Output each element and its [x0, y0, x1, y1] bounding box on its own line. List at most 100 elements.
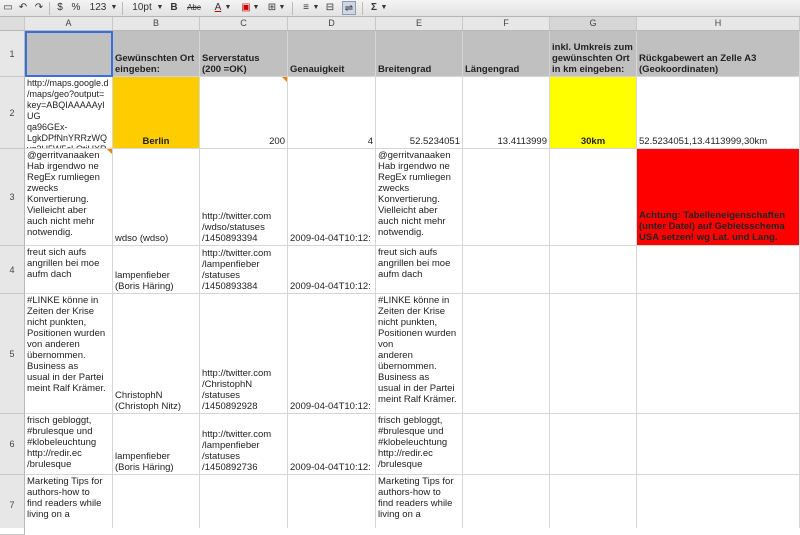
row-header-1[interactable]: 1: [0, 31, 25, 77]
cell-h2[interactable]: 52.5234051,13.4113999,30km: [637, 77, 800, 149]
redo-icon[interactable]: ↷: [33, 1, 45, 15]
cell-g1[interactable]: inkl. Umkreis zum gewünschten Ort in km …: [550, 31, 637, 77]
column-header-h[interactable]: H: [637, 17, 800, 30]
fill-color-icon[interactable]: ▣: [240, 1, 252, 15]
row-header-2[interactable]: 2: [0, 77, 25, 149]
cell-f2[interactable]: 13.4113999: [463, 77, 550, 149]
cell-b5[interactable]: ChristophN (Christoph Nitz): [113, 294, 200, 414]
sum-function-button[interactable]: Σ: [368, 1, 380, 15]
cell-c2[interactable]: 200: [200, 77, 288, 149]
row-header-3[interactable]: 3: [0, 149, 25, 246]
chevron-down-icon[interactable]: ▼: [224, 1, 232, 15]
cell-e3[interactable]: @gerritvanaaken Hab irgendwo ne RegEx ru…: [376, 149, 463, 246]
select-all-corner[interactable]: [0, 17, 25, 30]
column-header-b[interactable]: B: [113, 17, 200, 30]
cell-d1[interactable]: Genauigkeit: [288, 31, 376, 77]
cell-a6[interactable]: frisch gebloggt, #brulesque und #klobele…: [25, 414, 113, 475]
currency-format-button[interactable]: $: [55, 1, 65, 15]
cell-f5[interactable]: [463, 294, 550, 414]
cell-a2[interactable]: http://maps.google.d /maps/geo?output= k…: [25, 77, 113, 149]
column-header-a[interactable]: A: [25, 17, 113, 30]
cell-g4[interactable]: [550, 246, 637, 294]
cell-f3[interactable]: [463, 149, 550, 246]
cell-e5[interactable]: #LINKE könne in Zeiten der Krise nicht p…: [376, 294, 463, 414]
column-header-c[interactable]: C: [200, 17, 288, 30]
cell-h1[interactable]: Rückgabewert an Zelle A3 (Geokoordinaten…: [637, 31, 800, 77]
row-header-5[interactable]: 5: [0, 294, 25, 414]
chevron-down-icon[interactable]: ▼: [312, 1, 320, 15]
cell-a5[interactable]: #LINKE könne in Zeiten der Krise nicht p…: [25, 294, 113, 414]
cell-h6[interactable]: [637, 414, 800, 475]
chevron-down-icon[interactable]: ▼: [110, 1, 118, 15]
cell-b2-value: Berlin: [142, 136, 170, 147]
cell-g3[interactable]: [550, 149, 637, 246]
row-header-7[interactable]: 7: [0, 475, 25, 535]
cell-f1[interactable]: Längengrad: [463, 31, 550, 77]
cell-b7[interactable]: [113, 475, 200, 528]
cell-e1[interactable]: Breitengrad: [376, 31, 463, 77]
chevron-down-icon[interactable]: ▼: [156, 1, 164, 15]
row-header-6[interactable]: 6: [0, 414, 25, 475]
wrap-text-icon[interactable]: ⇌: [342, 1, 356, 15]
cell-b3[interactable]: wdso (wdso): [113, 149, 200, 246]
cell-g7[interactable]: [550, 475, 637, 528]
cell-c6[interactable]: http://twitter.com /lampenfieber /status…: [200, 414, 288, 475]
cell-b4[interactable]: lampenfieber (Boris Häring): [113, 246, 200, 294]
cell-h7[interactable]: [637, 475, 800, 528]
cell-f4[interactable]: [463, 246, 550, 294]
chevron-down-icon[interactable]: ▼: [252, 1, 260, 15]
cell-e2[interactable]: 52.5234051: [376, 77, 463, 149]
cell-a1[interactable]: [25, 31, 113, 77]
cell-d7[interactable]: [288, 475, 376, 528]
font-size-dropdown[interactable]: 10pt: [128, 1, 156, 15]
undo-icon[interactable]: ↶: [17, 1, 29, 15]
cell-b6[interactable]: lampenfieber (Boris Häring): [113, 414, 200, 475]
cell-d2[interactable]: 4: [288, 77, 376, 149]
column-header-f[interactable]: F: [463, 17, 550, 30]
cell-c5[interactable]: http://twitter.com /ChristophN /statuses…: [200, 294, 288, 414]
align-icon[interactable]: ≡: [300, 1, 312, 15]
cell-h4[interactable]: [637, 246, 800, 294]
cell-d5[interactable]: 2009-04-04T10:12:: [288, 294, 376, 414]
cell-d6[interactable]: 2009-04-04T10:12:: [288, 414, 376, 475]
cell-b2[interactable]: Berlin: [113, 77, 200, 149]
chevron-down-icon[interactable]: ▼: [278, 1, 286, 15]
borders-icon[interactable]: ⊞: [266, 1, 278, 15]
column-header-g[interactable]: G: [550, 17, 637, 30]
cell-g6[interactable]: [550, 414, 637, 475]
cell-g2[interactable]: 30km: [550, 77, 637, 149]
percent-format-button[interactable]: %: [70, 1, 82, 15]
row-header-4[interactable]: 4: [0, 246, 25, 294]
cell-c2-value: 200: [269, 136, 285, 147]
text-color-button[interactable]: A: [212, 1, 224, 15]
cell-d4[interactable]: 2009-04-04T10:12:: [288, 246, 376, 294]
cell-e4[interactable]: freut sich aufs angrillen bei moe aufm d…: [376, 246, 463, 294]
cell-a3[interactable]: @gerritvanaaken Hab irgendwo ne RegEx ru…: [25, 149, 113, 246]
print-icon[interactable]: ▭: [2, 1, 14, 15]
cell-e7[interactable]: Marketing Tips for authors-how to find r…: [376, 475, 463, 528]
column-header-d[interactable]: D: [288, 17, 376, 30]
cell-c3[interactable]: http://twitter.com /wdso/statuses /14508…: [200, 149, 288, 246]
toolbar-separator: [292, 2, 293, 15]
bold-button[interactable]: B: [168, 1, 180, 15]
cell-h5[interactable]: [637, 294, 800, 414]
column-header-e[interactable]: E: [376, 17, 463, 30]
merge-cells-icon[interactable]: ⊟: [324, 1, 336, 15]
cell-d3-value: 2009-04-04T10:12:: [290, 233, 371, 244]
cell-b1[interactable]: Gewünschten Ort eingeben:: [113, 31, 200, 77]
chevron-down-icon[interactable]: ▼: [380, 1, 388, 15]
toolbar: ▭ ↶ ↷ $ % 123 ▼ 10pt ▼ B Abc A ▼ ▣ ▼ ⊞ ▼…: [0, 0, 800, 17]
cell-d3[interactable]: 2009-04-04T10:12:: [288, 149, 376, 246]
cell-g5[interactable]: [550, 294, 637, 414]
cell-a7[interactable]: Marketing Tips for authors-how to find r…: [25, 475, 113, 528]
cell-f7[interactable]: [463, 475, 550, 528]
cell-c4[interactable]: http://twitter.com /lampenfieber /status…: [200, 246, 288, 294]
cell-c1[interactable]: Serverstatus (200 =OK): [200, 31, 288, 77]
cell-e6[interactable]: frisch gebloggt, #brulesque und #klobele…: [376, 414, 463, 475]
number-format-dropdown[interactable]: 123: [86, 1, 110, 15]
cell-h3[interactable]: Achtung: Tabelleneigenschaften (unter Da…: [637, 149, 800, 246]
cell-c7[interactable]: [200, 475, 288, 528]
strikethrough-button[interactable]: Abc: [184, 1, 204, 15]
cell-a4[interactable]: freut sich aufs angrillen bei moe aufm d…: [25, 246, 113, 294]
cell-f6[interactable]: [463, 414, 550, 475]
